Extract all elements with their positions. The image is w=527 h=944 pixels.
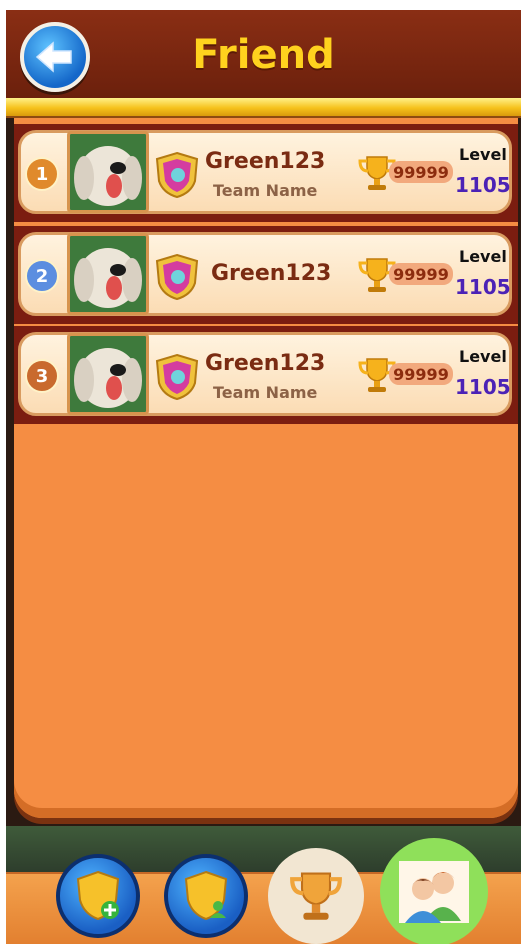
nav-friend-team-button[interactable] xyxy=(164,854,248,938)
nav-leaderboard-button[interactable] xyxy=(268,848,364,944)
header: Friend xyxy=(6,10,521,100)
team-name: Team Name xyxy=(213,383,318,402)
dog-avatar-icon xyxy=(70,134,146,210)
shield-badge-icon xyxy=(155,151,199,199)
level-value: 1105 xyxy=(455,173,511,197)
shield-badge xyxy=(155,151,199,199)
page-title: Friend xyxy=(192,32,335,78)
shield-badge-icon xyxy=(155,353,199,401)
player-name: Green123 xyxy=(211,261,332,286)
level-value: 1105 xyxy=(455,275,511,299)
header-divider xyxy=(6,98,521,118)
friends-icon xyxy=(399,861,469,923)
shield-badge-icon xyxy=(155,253,199,301)
friend-list-panel: 1 Green123 Team Name 99999 Level 1105 2 … xyxy=(14,118,518,818)
friend-shield-icon xyxy=(184,870,228,921)
avatar[interactable] xyxy=(67,233,149,315)
team-name: Team Name xyxy=(213,181,318,200)
level-label: Level xyxy=(459,347,507,366)
nav-friends-button[interactable] xyxy=(380,838,488,944)
friend-row[interactable]: 3 Green123 Team Name 99999 Level 1105 xyxy=(14,326,518,424)
add-friend-shield-icon xyxy=(76,870,120,921)
game-screen: Friend 1 Green123 Team Name 99999 Level … xyxy=(6,10,521,944)
score: 99999 xyxy=(389,161,453,183)
rank-badge: 3 xyxy=(25,359,59,393)
shield-badge xyxy=(155,353,199,401)
bottom-nav xyxy=(6,838,521,944)
avatar[interactable] xyxy=(67,333,149,415)
nav-add-friend-button[interactable] xyxy=(56,854,140,938)
score: 99999 xyxy=(389,263,453,285)
rank-badge: 1 xyxy=(25,157,59,191)
friend-row[interactable]: 1 Green123 Team Name 99999 Level 1105 xyxy=(14,124,518,222)
level-value: 1105 xyxy=(455,375,511,399)
friend-card: 3 Green123 Team Name 99999 Level 1105 xyxy=(18,332,512,416)
shield-badge xyxy=(155,253,199,301)
dog-avatar-icon xyxy=(70,336,146,412)
trophy-icon xyxy=(290,872,342,920)
level-label: Level xyxy=(459,145,507,164)
player-name: Green123 xyxy=(205,351,326,376)
avatar[interactable] xyxy=(67,131,149,213)
dog-avatar-icon xyxy=(70,236,146,312)
rank-badge: 2 xyxy=(25,259,59,293)
friend-card: 2 Green123 99999 Level 1105 xyxy=(18,232,512,316)
level-label: Level xyxy=(459,247,507,266)
friend-card: 1 Green123 Team Name 99999 Level 1105 xyxy=(18,130,512,214)
score: 99999 xyxy=(389,363,453,385)
friend-row[interactable]: 2 Green123 99999 Level 1105 xyxy=(14,226,518,324)
player-name: Green123 xyxy=(205,149,326,174)
